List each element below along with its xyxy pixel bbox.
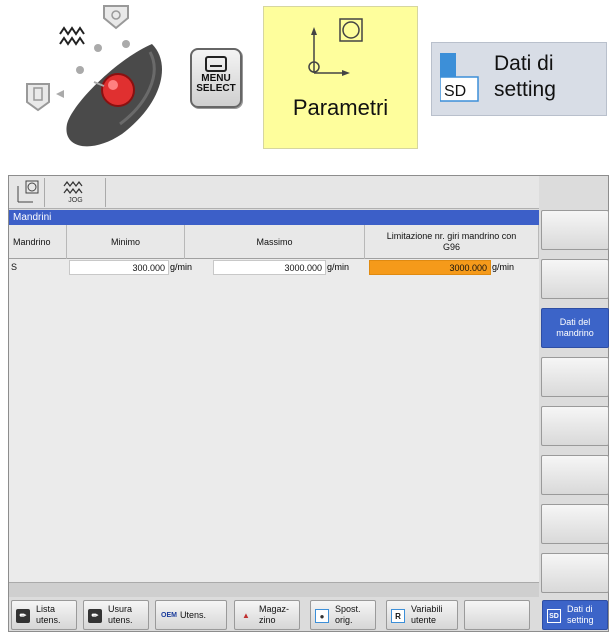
column-header-spindle: Mandrino [9, 225, 67, 259]
menu-select-icon [205, 56, 227, 72]
usura-utensili-softkey[interactable]: ✏ Usura utens. [83, 600, 149, 630]
setting-label-line1: Dati di [494, 52, 554, 75]
softkey-label: Spost. orig. [335, 604, 361, 625]
table-header: Mandrino Minimo Massimo Limitazione nr. … [9, 225, 539, 259]
setting-icon-text: SD [444, 83, 466, 100]
parameters-icon [308, 18, 363, 76]
magazine-icon: ▲ [242, 611, 250, 620]
column-header-max: Massimo [185, 225, 365, 259]
oem-utensili-softkey[interactable]: OEM Utens. [155, 600, 227, 630]
vertical-softkey-4[interactable] [541, 357, 609, 397]
softkey-label: Lista utens. [36, 604, 61, 625]
parametri-key[interactable]: Parametri [263, 6, 418, 149]
setting-data-icon: SD [440, 53, 479, 102]
dati-di-setting-key[interactable]: SD Dati di setting [431, 42, 607, 116]
dati-di-setting-softkey[interactable]: SD Dati di setting [542, 600, 608, 630]
softkey-label: Utens. [180, 610, 207, 620]
vertical-softkey-8[interactable] [541, 553, 609, 593]
min-speed-unit: g/min [170, 262, 193, 272]
tool-wear-icon: ✏ [88, 609, 102, 623]
vertical-softkey-5[interactable] [541, 406, 609, 446]
hmi-screen: JOG Mandrini Mandrino Minimo Massimo Lim… [8, 175, 609, 632]
max-speed-field[interactable]: 3000.000 [213, 260, 326, 275]
min-speed-field[interactable]: 300.000 [69, 260, 169, 275]
machine-area-icon-cell [11, 178, 45, 207]
vertical-softkey-2[interactable] [541, 259, 609, 299]
magazzino-softkey[interactable]: ▲ Magaz- zino [234, 600, 300, 630]
setting-label-line2: setting [494, 78, 556, 101]
table-row: S 300.000 g/min 3000.000 g/min 3000.000 … [9, 260, 539, 275]
vertical-softkey-bar: Dati del mandrino [541, 210, 609, 600]
oem-icon: OEM [161, 612, 177, 619]
spindle-name: S [11, 262, 18, 272]
panel-title: Mandrini [9, 210, 539, 225]
spindles-panel: Mandrini Mandrino Minimo Massimo Limitaz… [9, 210, 539, 582]
parametri-label: Parametri [292, 95, 389, 120]
vertical-softkey-7[interactable] [541, 504, 609, 544]
dati-del-mandrino-softkey[interactable]: Dati del mandrino [541, 308, 609, 348]
hmi-header: JOG [9, 176, 539, 209]
menu-select-line2: SELECT [196, 83, 236, 94]
user-variables-icon: R [391, 609, 405, 623]
column-header-min: Minimo [67, 225, 185, 259]
softkey-label: Usura utens. [108, 604, 133, 625]
variabili-utente-softkey[interactable]: R Variabili utente [386, 600, 458, 630]
manual-page-figure: MENU SELECT Parametri SD Dati di setting [0, 0, 609, 632]
mode-selector-dial-icon [26, 5, 162, 147]
zero-offset-icon: ● [315, 609, 329, 623]
vertical-softkey-1[interactable] [541, 210, 609, 250]
jog-mode-indicator: JOG [46, 178, 106, 207]
g96-limit-field[interactable]: 3000.000 [369, 260, 491, 275]
softkey-label: Dati di setting [567, 604, 594, 625]
tool-list-icon: ✏ [16, 609, 30, 623]
horizontal-softkey-bar: ✏ Lista utens. ✏ Usura utens. OEM Utens.… [9, 598, 609, 632]
status-bar [9, 582, 539, 597]
setting-data-icon: SD [547, 609, 561, 623]
spostamento-origine-softkey[interactable]: ● Spost. orig. [310, 600, 376, 630]
horizontal-softkey-7[interactable] [464, 600, 530, 630]
g96-limit-unit: g/min [492, 262, 515, 272]
lista-utensili-softkey[interactable]: ✏ Lista utens. [11, 600, 77, 630]
vertical-softkey-6[interactable] [541, 455, 609, 495]
menu-select-key[interactable]: MENU SELECT [190, 48, 242, 108]
jog-mode-text: JOG [68, 197, 83, 204]
softkey-label: Variabili utente [411, 604, 443, 625]
jog-wave-icon [63, 181, 83, 194]
column-header-limit: Limitazione nr. giri mandrino con G96 [365, 225, 539, 259]
machine-coordinate-icon [17, 180, 39, 203]
softkey-label: Magaz- zino [259, 604, 290, 625]
max-speed-unit: g/min [327, 262, 350, 272]
